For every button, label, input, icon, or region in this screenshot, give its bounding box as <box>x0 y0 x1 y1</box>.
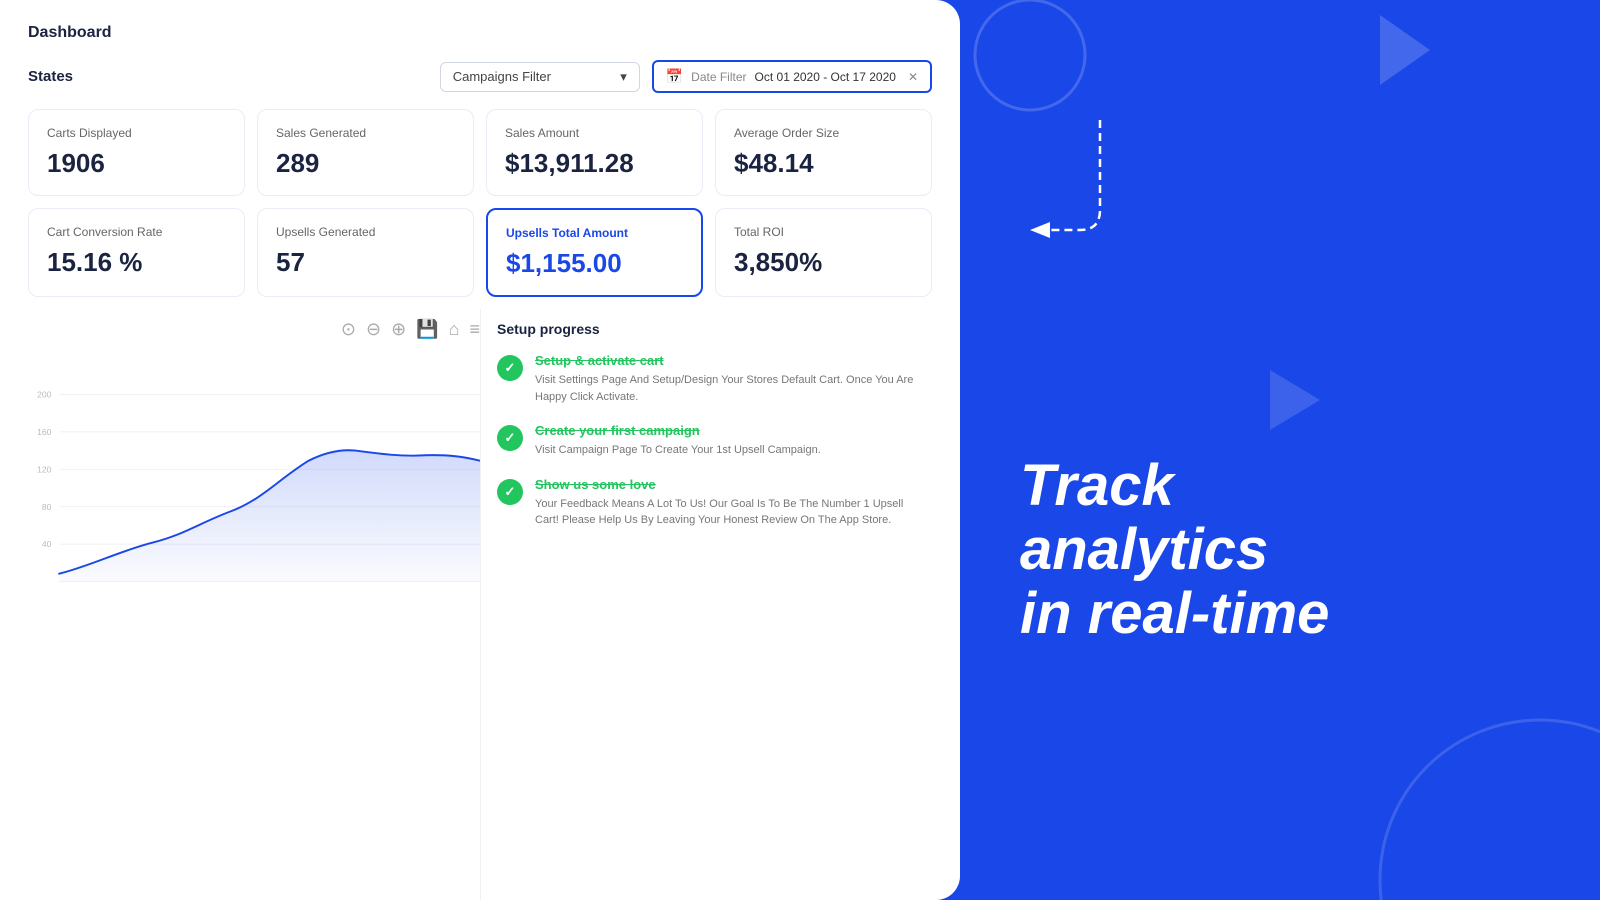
progress-content-0: Setup & activate cart Visit Settings Pag… <box>535 353 916 405</box>
stat-value-7: 3,850% <box>734 247 913 278</box>
progress-desc-0: Visit Settings Page And Setup/Design You… <box>535 372 916 405</box>
dashboard-title: Dashboard <box>28 24 932 42</box>
states-label: States <box>28 68 73 85</box>
stat-card-upsells-generated: Upsells Generated 57 <box>257 208 474 297</box>
stat-label-1: Sales Generated <box>276 126 455 140</box>
stat-value-1: 289 <box>276 148 455 179</box>
stat-value-0: 1906 <box>47 148 226 179</box>
setup-progress: Setup progress Setup & activate cart Vis… <box>480 309 932 900</box>
progress-desc-2: Your Feedback Means A Lot To Us! Our Goa… <box>535 496 916 529</box>
stat-card-cart-conversion-rate: Cart Conversion Rate 15.16 % <box>28 208 245 297</box>
check-icon-2 <box>497 479 523 505</box>
stat-card-sales-amount: Sales Amount $13,911.28 <box>486 109 703 196</box>
stat-value-5: 57 <box>276 247 455 278</box>
marketing-panel: Track analytics in real-time <box>960 0 1600 900</box>
stat-value-4: 15.16 % <box>47 247 226 278</box>
states-row: States Campaigns Filter ▾ 📅 Date Filter … <box>28 60 932 93</box>
dashboard-panel: Dashboard States Campaigns Filter ▾ 📅 Da… <box>0 0 960 900</box>
stat-label-0: Carts Displayed <box>47 126 226 140</box>
stat-value-3: $48.14 <box>734 148 913 179</box>
progress-title-2: Show us some love <box>535 477 916 492</box>
chart-area: ⊙ ⊖ ⊕ 💾 ⌂ ≡ 200 160 <box>28 309 480 900</box>
stat-card-total-roi: Total ROI 3,850% <box>715 208 932 297</box>
setup-progress-title: Setup progress <box>497 321 916 337</box>
svg-text:200: 200 <box>37 390 52 400</box>
chart-icon-menu[interactable]: ≡ <box>469 319 480 340</box>
stat-value-6: $1,155.00 <box>506 248 683 279</box>
date-filter-value: Oct 01 2020 - Oct 17 2020 <box>755 70 896 84</box>
stat-card-average-order-size: Average Order Size $48.14 <box>715 109 932 196</box>
progress-desc-1: Visit Campaign Page To Create Your 1st U… <box>535 442 821 459</box>
campaigns-filter-dropdown[interactable]: Campaigns Filter ▾ <box>440 62 640 92</box>
campaigns-filter-chevron: ▾ <box>620 69 627 85</box>
stat-label-5: Upsells Generated <box>276 225 455 239</box>
bottom-area: ⊙ ⊖ ⊕ 💾 ⌂ ≡ 200 160 <box>28 309 932 900</box>
stat-label-6: Upsells Total Amount <box>506 226 683 240</box>
check-icon-1 <box>497 425 523 451</box>
stat-value-2: $13,911.28 <box>505 148 684 179</box>
stat-label-7: Total ROI <box>734 225 913 239</box>
date-filter-label: Date Filter <box>691 70 746 84</box>
marketing-headline: Track analytics in real-time <box>1020 454 1560 645</box>
headline-line3: in real-time <box>1020 581 1329 646</box>
chart-icon-zoom-in[interactable]: ⊕ <box>391 319 406 340</box>
stat-card-upsells-total-amount: Upsells Total Amount $1,155.00 <box>486 208 703 297</box>
chart-icon-reset[interactable]: ⊙ <box>341 319 356 340</box>
marketing-text: Track analytics in real-time <box>1000 454 1560 645</box>
stats-grid-row1: Carts Displayed 1906 Sales Generated 289… <box>28 109 932 196</box>
progress-item-1: Create your first campaign Visit Campaig… <box>497 423 916 459</box>
stat-card-carts-displayed: Carts Displayed 1906 <box>28 109 245 196</box>
svg-text:120: 120 <box>37 464 52 474</box>
svg-text:40: 40 <box>42 539 52 549</box>
chart-svg: 200 160 120 80 40 <box>28 348 480 628</box>
svg-text:160: 160 <box>37 427 52 437</box>
stat-label-2: Sales Amount <box>505 126 684 140</box>
date-filter[interactable]: 📅 Date Filter Oct 01 2020 - Oct 17 2020 … <box>652 60 932 93</box>
stat-label-4: Cart Conversion Rate <box>47 225 226 239</box>
campaigns-filter-label: Campaigns Filter <box>453 69 551 84</box>
progress-item-0: Setup & activate cart Visit Settings Pag… <box>497 353 916 405</box>
progress-title-0: Setup & activate cart <box>535 353 916 368</box>
chart-icon-zoom-out[interactable]: ⊖ <box>366 319 381 340</box>
stat-label-3: Average Order Size <box>734 126 913 140</box>
stats-grid-row2: Cart Conversion Rate 15.16 % Upsells Gen… <box>28 208 932 297</box>
chart-icon-home[interactable]: ⌂ <box>449 319 460 340</box>
calendar-icon: 📅 <box>666 68 683 85</box>
progress-content-2: Show us some love Your Feedback Means A … <box>535 477 916 529</box>
svg-text:80: 80 <box>42 502 52 512</box>
chart-icon-save[interactable]: 💾 <box>416 319 438 340</box>
dashed-arrow <box>1010 110 1120 260</box>
filters-group: Campaigns Filter ▾ 📅 Date Filter Oct 01 … <box>440 60 932 93</box>
chart-controls: ⊙ ⊖ ⊕ 💾 ⌂ ≡ <box>28 319 480 340</box>
progress-title-1: Create your first campaign <box>535 423 821 438</box>
check-icon-0 <box>497 355 523 381</box>
progress-item-2: Show us some love Your Feedback Means A … <box>497 477 916 529</box>
stat-card-sales-generated: Sales Generated 289 <box>257 109 474 196</box>
headline-line1: Track <box>1020 453 1174 518</box>
headline-line2: analytics <box>1020 517 1268 582</box>
progress-content-1: Create your first campaign Visit Campaig… <box>535 423 821 459</box>
date-filter-close[interactable]: ✕ <box>908 70 918 84</box>
